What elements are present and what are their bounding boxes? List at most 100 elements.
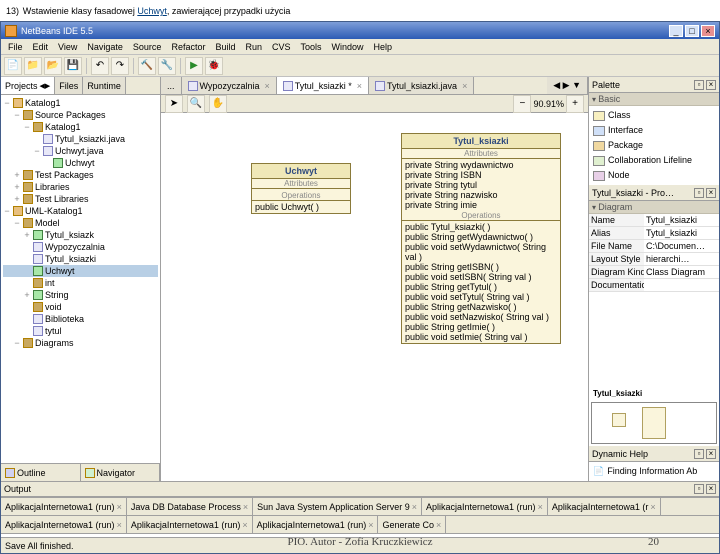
minimize-button[interactable]: _ xyxy=(669,25,683,37)
pan-tool-button[interactable]: ✋ xyxy=(209,95,227,113)
tab-navigator[interactable]: Navigator xyxy=(81,464,161,481)
clean-build-button[interactable]: 🔧 xyxy=(158,57,176,75)
tree-node[interactable]: Biblioteka xyxy=(3,313,158,325)
project-tree[interactable]: −Katalog1−Source Packages−Katalog1Tytul_… xyxy=(1,95,160,463)
prop-value[interactable]: Tytul_ksiazki xyxy=(644,227,719,240)
tree-node[interactable]: Wypozyczalnia xyxy=(3,241,158,253)
menu-run[interactable]: Run xyxy=(240,42,267,52)
output-tab[interactable]: AplikacjaInternetowa1 (run)× xyxy=(1,516,127,533)
diagram-preview[interactable] xyxy=(591,402,717,444)
tree-node[interactable]: tytul xyxy=(3,325,158,337)
tree-node[interactable]: +String xyxy=(3,289,158,301)
palette-item[interactable]: Node xyxy=(591,168,717,183)
zoom-in-button[interactable]: + xyxy=(566,95,584,113)
palette-item[interactable]: Class xyxy=(591,108,717,123)
tree-node[interactable]: +Libraries xyxy=(3,181,158,193)
editor-tab[interactable]: ... xyxy=(161,77,182,94)
help-link[interactable]: 📄Finding Information Ab xyxy=(591,464,717,479)
tree-node[interactable]: Uchwyt xyxy=(3,157,158,169)
uml-ops: public Tytul_ksiazki( )public String get… xyxy=(402,220,560,343)
open-button[interactable]: 📂 xyxy=(44,57,62,75)
tab-projects[interactable]: Projects◀▶ xyxy=(1,77,55,94)
palette-category[interactable]: ▾ Basic xyxy=(589,93,719,106)
menu-file[interactable]: File xyxy=(3,42,28,52)
output-tab[interactable]: AplikacjaInternetowa1 (run)× xyxy=(1,498,127,515)
editor-tab-active[interactable]: Tytul_ksiazki *× xyxy=(277,77,369,94)
output-tab[interactable]: AplikacjaInternetowa1 (r× xyxy=(548,498,661,515)
panel-pin-icon[interactable]: ▫ xyxy=(694,449,704,459)
tree-node[interactable]: Uchwyt xyxy=(3,265,158,277)
tree-node[interactable]: Tytul_ksiazki xyxy=(3,253,158,265)
menu-navigate[interactable]: Navigate xyxy=(82,42,128,52)
tree-node[interactable]: −Katalog1 xyxy=(3,97,158,109)
uml-class-tytul[interactable]: Tytul_ksiazki Attributes private String … xyxy=(401,133,561,344)
palette-item[interactable]: Package xyxy=(591,138,717,153)
menu-source[interactable]: Source xyxy=(128,42,167,52)
maximize-button[interactable]: □ xyxy=(685,25,699,37)
tab-outline[interactable]: Outline xyxy=(1,464,81,481)
tree-node[interactable]: int xyxy=(3,277,158,289)
editor-tab[interactable]: Wypozyczalnia× xyxy=(182,77,277,94)
run-button[interactable]: ▶ xyxy=(185,57,203,75)
output-title: Output ▫× xyxy=(1,481,719,497)
menu-view[interactable]: View xyxy=(53,42,82,52)
tree-node[interactable]: −Model xyxy=(3,217,158,229)
uml-diagram[interactable]: Uchwyt Attributes Operations public Uchw… xyxy=(161,113,588,481)
tab-files[interactable]: Files xyxy=(55,77,83,94)
editor-tab[interactable]: Tytul_ksiazki.java× xyxy=(369,77,474,94)
output-tab[interactable]: Sun Java System Application Server 9× xyxy=(253,498,422,515)
debug-button[interactable]: 🐞 xyxy=(205,57,223,75)
undo-button[interactable]: ↶ xyxy=(91,57,109,75)
prop-value[interactable] xyxy=(644,279,719,292)
tab-runtime[interactable]: Runtime xyxy=(83,77,126,94)
panel-pin-icon[interactable]: ▫ xyxy=(694,188,704,198)
tree-node[interactable]: −Katalog1 xyxy=(3,121,158,133)
save-all-button[interactable]: 💾 xyxy=(64,57,82,75)
uml-class-uchwyt[interactable]: Uchwyt Attributes Operations public Uchw… xyxy=(251,163,351,214)
editor-tab-scroll[interactable]: ◀ ▶ ▼ xyxy=(547,77,588,94)
tree-node[interactable]: Tytul_ksiazki.java xyxy=(3,133,158,145)
tree-node[interactable]: +Test Libraries xyxy=(3,193,158,205)
panel-close-icon[interactable]: × xyxy=(706,188,716,198)
panel-pin-icon[interactable]: ▫ xyxy=(694,484,704,494)
tree-node[interactable]: −Diagrams xyxy=(3,337,158,349)
close-button[interactable]: × xyxy=(701,25,715,37)
tree-node[interactable]: −UML-Katalog1 xyxy=(3,205,158,217)
select-tool-button[interactable]: ➤ xyxy=(165,95,183,113)
output-tab[interactable]: AplikacjaInternetowa1 (run)× xyxy=(127,516,253,533)
palette-item[interactable]: Interface xyxy=(591,123,717,138)
tree-node[interactable]: −Uchwyt.java xyxy=(3,145,158,157)
output-tab[interactable]: Java DB Database Process× xyxy=(127,498,253,515)
output-tab[interactable]: AplikacjaInternetowa1 (run)× xyxy=(422,498,548,515)
titlebar: NetBeans IDE 5.5 _ □ × xyxy=(1,22,719,39)
zoom-out-button[interactable]: − xyxy=(513,95,531,113)
palette-item[interactable]: Collaboration Lifeline xyxy=(591,153,717,168)
panel-close-icon[interactable]: × xyxy=(706,484,716,494)
prop-value[interactable]: hierarchi… xyxy=(644,253,719,266)
menu-build[interactable]: Build xyxy=(210,42,240,52)
menu-refactor[interactable]: Refactor xyxy=(166,42,210,52)
panel-close-icon[interactable]: × xyxy=(706,80,716,90)
prop-value[interactable]: Class Diagram xyxy=(644,266,719,279)
prop-value[interactable]: C:\Documen… xyxy=(644,240,719,253)
zoom-tool-button[interactable]: 🔍 xyxy=(187,95,205,113)
output-tab[interactable]: AplikacjaInternetowa1 (run)× xyxy=(253,516,379,533)
new-file-button[interactable]: 📄 xyxy=(4,57,22,75)
output-tab[interactable]: Generate Co× xyxy=(378,516,446,533)
prop-value[interactable]: Tytul_ksiazki xyxy=(644,214,719,227)
menu-edit[interactable]: Edit xyxy=(28,42,54,52)
redo-button[interactable]: ↷ xyxy=(111,57,129,75)
panel-pin-icon[interactable]: ▫ xyxy=(694,80,704,90)
menu-tools[interactable]: Tools xyxy=(296,42,327,52)
new-project-button[interactable]: 📁 xyxy=(24,57,42,75)
menu-window[interactable]: Window xyxy=(327,42,369,52)
app-icon xyxy=(5,25,17,37)
tree-node[interactable]: +Test Packages xyxy=(3,169,158,181)
tree-node[interactable]: −Source Packages xyxy=(3,109,158,121)
menu-help[interactable]: Help xyxy=(369,42,398,52)
panel-close-icon[interactable]: × xyxy=(706,449,716,459)
tree-node[interactable]: +Tytul_ksiazk xyxy=(3,229,158,241)
tree-node[interactable]: void xyxy=(3,301,158,313)
build-button[interactable]: 🔨 xyxy=(138,57,156,75)
menu-cvs[interactable]: CVS xyxy=(267,42,296,52)
